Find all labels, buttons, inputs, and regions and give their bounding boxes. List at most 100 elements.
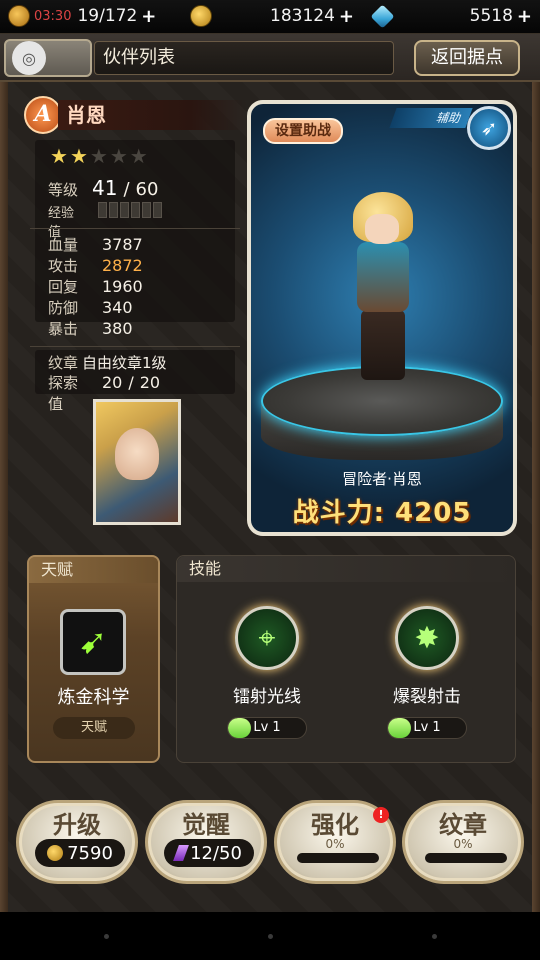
star-empty-icon: ★ [89, 144, 110, 168]
notification-badge: ! [373, 807, 389, 823]
add-stamina-button[interactable]: + [141, 6, 156, 27]
emblem-button[interactable]: 纹章 0% [402, 800, 524, 884]
star-filled-icon: ★ [50, 144, 70, 168]
hero-portrait[interactable] [93, 399, 181, 525]
star-rating: ★★★★★ [50, 144, 150, 168]
stat-label: 防御 [48, 299, 79, 317]
talent-panel: 天赋 ➹ 炼金科学 天赋 [27, 555, 160, 763]
stat-row: 攻击 2872 [30, 255, 143, 276]
frame-right-border [532, 82, 540, 912]
talent-section-title: 天赋 [29, 557, 158, 583]
stat-row: 血量 3787 [30, 234, 143, 255]
coin-icon [190, 5, 212, 27]
explore-separator: / [128, 373, 134, 392]
gold-value: 183124 [270, 6, 335, 26]
skill-item[interactable]: ⌖ 镭射光线 Lv 1 [207, 606, 327, 739]
nav-home-button[interactable] [268, 934, 273, 939]
emblem-progress-bar [425, 853, 507, 863]
set-assist-button[interactable]: 设置助战 [263, 118, 343, 144]
role-tag: 辅助 [389, 108, 473, 128]
level-up-button[interactable]: 升级 7590 [16, 800, 138, 884]
frame-left-border [0, 82, 8, 912]
talent-tag: 天赋 [53, 717, 135, 739]
stamina-timer: 03:30 [34, 8, 72, 24]
nav-recent-button[interactable] [432, 934, 437, 939]
figure-burst-icon: ✸ [395, 606, 459, 670]
gold-resource[interactable]: 183124 + [190, 4, 354, 28]
level-max: 60 [135, 179, 159, 200]
system-nav-bar [0, 912, 540, 960]
rank-badge: A [24, 96, 62, 134]
nav-back-button[interactable] [104, 934, 109, 939]
skills-section-title: 技能 [177, 556, 515, 582]
crossbow-icon[interactable]: ➹ [60, 609, 126, 675]
skills-panel: 技能 ⌖ 镭射光线 Lv 1 ✸ 爆裂射击 Lv 1 [176, 555, 516, 763]
awaken-label: 觉醒 [182, 811, 230, 839]
diamond-resource[interactable]: 5518 + [370, 3, 532, 29]
character-card[interactable]: 设置助战 辅助 ➶ 冒险者·肖恩 战斗力: 4205 [247, 100, 517, 536]
level-up-label: 升级 [53, 811, 101, 839]
star-empty-icon: ★ [109, 144, 130, 168]
skill-level-bar: Lv 1 [227, 717, 307, 739]
talent-name: 炼金科学 [57, 687, 130, 708]
divider [30, 346, 240, 347]
awaken-progress: 12/50 [164, 839, 254, 867]
diamond-icon [370, 3, 395, 29]
skill-item[interactable]: ✸ 爆裂射击 Lv 1 [367, 606, 487, 739]
crosshair-icon: ⌖ [235, 606, 299, 670]
portrait-face [115, 428, 159, 480]
stat-label: 暴击 [48, 320, 79, 338]
stat-label: 攻击 [48, 257, 79, 275]
add-gold-button[interactable]: + [339, 6, 354, 27]
power-value: 4205 [395, 498, 472, 528]
enhance-button[interactable]: 强化 ! 0% [274, 800, 396, 884]
gamepad-icon: ◎ [12, 41, 46, 75]
emblem-row: 纹章 自由纹章1级 [30, 352, 167, 373]
combat-power: 战斗力: 4205 [251, 492, 513, 529]
level-up-cost-value: 7590 [67, 842, 113, 864]
level-separator: / [123, 179, 130, 200]
star-empty-icon: ★ [129, 144, 150, 168]
skill-level: Lv 1 [413, 720, 441, 735]
gamepad-button[interactable]: ◎ [4, 39, 92, 77]
star-filled-icon: ★ [69, 144, 90, 168]
hero-model [343, 192, 423, 392]
emblem-value: 自由纹章1级 [82, 354, 167, 372]
stat-value: 340 [102, 298, 133, 317]
enhance-percent: 0% [325, 837, 345, 851]
explore-max: 20 [139, 373, 161, 392]
divider [30, 228, 240, 229]
stamina-value: 19/172 [77, 6, 138, 26]
header: ◎ 伙伴列表 返回据点 [0, 34, 540, 82]
level-value: 41 [92, 176, 118, 200]
level-row: 等级 41 / 60 [30, 176, 158, 200]
emblem-label: 纹章 [48, 354, 79, 372]
stat-value: 1960 [102, 277, 143, 296]
power-label: 战斗力: [292, 498, 385, 528]
emblem-percent: 0% [453, 837, 473, 851]
awaken-progress-value: 12/50 [190, 842, 242, 864]
skill-name: 爆裂射击 [393, 687, 461, 707]
add-diamond-button[interactable]: + [517, 6, 532, 27]
resource-bar: 03:30 19/172 + 183124 + 5518 + [0, 0, 540, 34]
stat-label: 回复 [48, 278, 79, 296]
exp-bar [98, 202, 162, 218]
stat-label: 血量 [48, 236, 79, 254]
skill-level-bar: Lv 1 [387, 717, 467, 739]
character-title: 冒险者·肖恩 [342, 470, 422, 488]
stat-value: 380 [102, 319, 133, 338]
explore-value: 20 [102, 373, 123, 392]
skill-level: Lv 1 [253, 720, 281, 735]
stat-row: 暴击 380 [30, 318, 133, 339]
back-to-base-button[interactable]: 返回据点 [414, 40, 520, 76]
support-role-icon: ➶ [467, 106, 511, 150]
stamina-resource[interactable]: 03:30 19/172 + [8, 4, 156, 28]
emblem-action-label: 纹章 [439, 811, 487, 839]
coin-icon [47, 845, 64, 861]
hero-name: 肖恩 [58, 100, 248, 130]
stat-row: 回复 1960 [30, 276, 143, 297]
stamina-icon [8, 5, 30, 27]
enhance-progress-bar [297, 853, 379, 863]
awaken-button[interactable]: 觉醒 12/50 [145, 800, 267, 884]
page-title: 伙伴列表 [94, 41, 394, 75]
